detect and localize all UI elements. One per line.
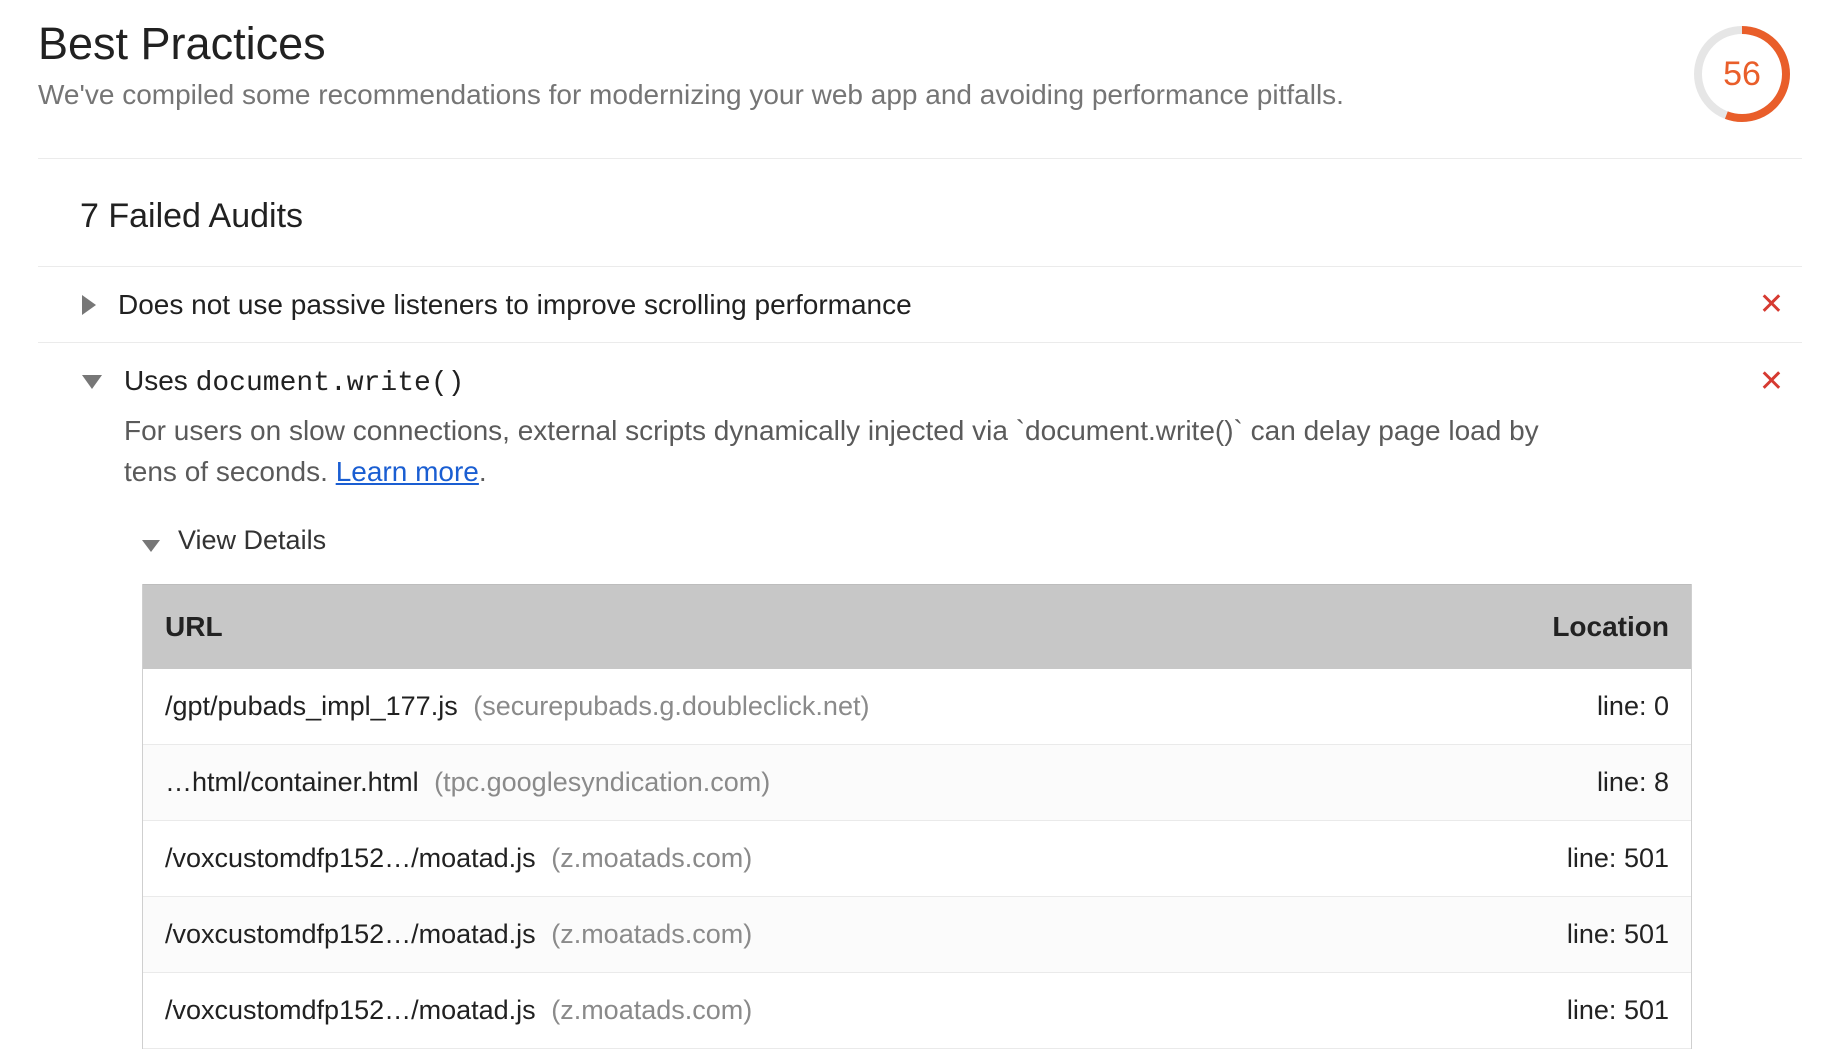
url-host: (z.moatads.com) [551, 843, 752, 873]
page-subtitle: We've compiled some recommendations for … [38, 76, 1692, 114]
view-details-toggle[interactable]: View Details [124, 493, 1792, 578]
url-host: (securepubads.g.doubleclick.net) [473, 691, 869, 721]
audit-list: Does not use passive listeners to improv… [38, 266, 1802, 1064]
table-row: …html/container.html (tpc.googlesyndicat… [143, 745, 1691, 821]
url-location: line: 8 [1479, 767, 1669, 798]
url-location: line: 501 [1479, 995, 1669, 1026]
audit-title-code: document.write() [196, 368, 465, 399]
audit-title: Does not use passive listeners to improv… [118, 285, 1751, 324]
table-row: /voxcustomdfp152…/moatad.js (z.moatads.c… [143, 821, 1691, 897]
details-table: URL Location /gpt/pubads_impl_177.js (se… [142, 584, 1692, 1049]
col-header-location: Location [1479, 611, 1669, 643]
failed-audits-heading: 7 Failed Audits [38, 159, 1802, 266]
audit-row[interactable]: Uses document.write() ✕ For users on slo… [38, 343, 1802, 1064]
view-details-label: View Details [178, 525, 326, 556]
audit-title-text: Uses [124, 365, 196, 396]
url-location: line: 501 [1479, 843, 1669, 874]
url-path: /voxcustomdfp152…/moatad.js [165, 919, 536, 949]
learn-more-link[interactable]: Learn more [336, 456, 479, 487]
audit-title: Uses document.write() [124, 361, 1751, 403]
fail-icon: ✕ [1751, 290, 1792, 320]
url-location: line: 0 [1479, 691, 1669, 722]
audit-row[interactable]: Does not use passive listeners to improv… [38, 267, 1802, 343]
score-gauge: 56 [1692, 24, 1792, 124]
table-header: URL Location [143, 584, 1691, 669]
table-row: /voxcustomdfp152…/moatad.js (z.moatads.c… [143, 973, 1691, 1049]
url-path: …html/container.html [165, 767, 419, 797]
url-path: /gpt/pubads_impl_177.js [165, 691, 458, 721]
chevron-down-icon [82, 375, 102, 389]
url-location: line: 501 [1479, 919, 1669, 950]
url-host: (tpc.googlesyndication.com) [434, 767, 770, 797]
fail-icon: ✕ [1751, 367, 1792, 397]
chevron-right-icon [82, 295, 96, 315]
audit-description: For users on slow connections, external … [124, 411, 1554, 492]
col-header-url: URL [165, 611, 1479, 643]
url-path: /voxcustomdfp152…/moatad.js [165, 843, 536, 873]
url-path: /voxcustomdfp152…/moatad.js [165, 995, 536, 1025]
table-row: /voxcustomdfp152…/moatad.js (z.moatads.c… [143, 897, 1691, 973]
score-value: 56 [1692, 24, 1792, 124]
url-host: (z.moatads.com) [551, 919, 752, 949]
chevron-down-icon [142, 540, 160, 552]
header: Best Practices We've compiled some recom… [38, 18, 1802, 124]
table-row: /gpt/pubads_impl_177.js (securepubads.g.… [143, 669, 1691, 745]
page-title: Best Practices [38, 18, 1692, 70]
url-host: (z.moatads.com) [551, 995, 752, 1025]
